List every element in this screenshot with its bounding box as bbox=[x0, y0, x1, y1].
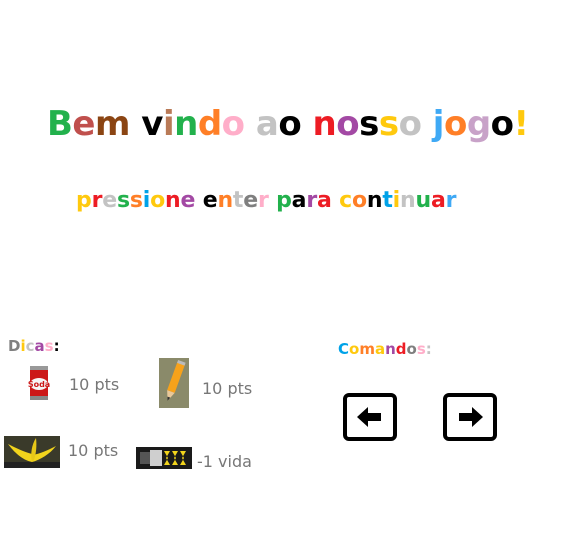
dicas-heading: Dicas: bbox=[8, 337, 60, 355]
press-enter-prompt: pressione enter para continuar bbox=[76, 188, 457, 213]
svg-text:Soda: Soda bbox=[28, 380, 50, 389]
welcome-title: Bem vindo ao nosso jogo! bbox=[47, 104, 529, 144]
comandos-heading: Comandos: bbox=[338, 340, 432, 358]
banana-peel-points: 10 pts bbox=[68, 441, 119, 460]
left-arrow-key-icon bbox=[343, 393, 397, 441]
battery-penalty: -1 vida bbox=[197, 452, 252, 471]
soda-can-icon: Soda bbox=[28, 364, 50, 406]
right-arrow-key-icon bbox=[443, 393, 497, 441]
pencil-icon bbox=[159, 358, 189, 412]
soda-can-points: 10 pts bbox=[69, 375, 120, 394]
pencil-points: 10 pts bbox=[202, 379, 253, 398]
battery-icon bbox=[136, 447, 192, 473]
banana-peel-icon bbox=[4, 436, 60, 472]
